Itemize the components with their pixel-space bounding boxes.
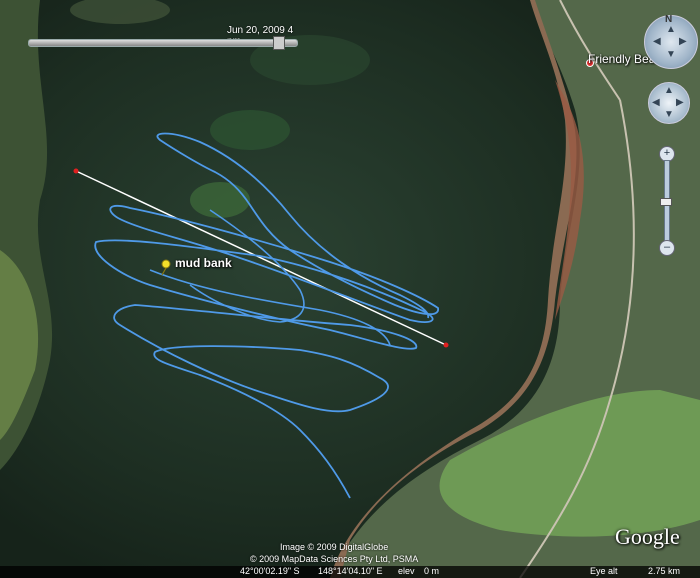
move-right-arrow-icon[interactable]: ▶	[676, 98, 684, 108]
longitude-readout: 148°14'04.10" E	[318, 566, 383, 576]
move-down-arrow-icon[interactable]: ▼	[664, 110, 674, 120]
satellite-imagery[interactable]	[0, 0, 700, 578]
placemark-label[interactable]: mud bank	[175, 256, 232, 270]
time-slider-handle[interactable]	[273, 36, 286, 50]
time-slider[interactable]: Jun 20, 2009 4 pm	[22, 22, 306, 56]
status-bar: 42°00'02.19" S 148°14'04.10" E elev 0 m …	[0, 566, 700, 578]
move-control[interactable]: ▲ ▼ ◀ ▶	[648, 82, 690, 124]
elevation-value: 0 m	[424, 566, 440, 576]
zoom-out-button[interactable]: –	[659, 240, 675, 256]
eye-altitude-value: 2.75 km	[648, 566, 681, 576]
look-around-control[interactable]: N ▲ ▼ ◀ ▶	[644, 14, 698, 69]
time-slider-track[interactable]	[28, 39, 298, 47]
map-view[interactable]: Jun 20, 2009 4 pm Friendly Beaches mud b…	[0, 0, 700, 578]
eye-altitude-label: Eye alt	[590, 566, 618, 576]
latitude-readout: 42°00'02.19" S	[240, 566, 300, 576]
move-left-arrow-icon[interactable]: ◀	[652, 98, 660, 108]
look-up-arrow-icon[interactable]: ▲	[666, 25, 676, 35]
look-down-arrow-icon[interactable]: ▼	[666, 50, 676, 60]
zoom-control[interactable]: + –	[659, 146, 675, 256]
attribution-line-2: © 2009 MapData Sciences Pty Ltd, PSMA	[250, 554, 419, 564]
zoom-slider-thumb[interactable]	[660, 198, 672, 206]
look-left-arrow-icon[interactable]: ◀	[653, 37, 661, 47]
look-right-arrow-icon[interactable]: ▶	[679, 37, 687, 47]
attribution: Image © 2009 DigitalGlobe © 2009 MapData…	[250, 541, 418, 565]
move-up-arrow-icon[interactable]: ▲	[664, 86, 674, 96]
google-logo: Google	[615, 524, 680, 549]
attribution-line-1: Image © 2009 DigitalGlobe	[280, 542, 389, 552]
elevation-label: elev	[398, 566, 415, 576]
